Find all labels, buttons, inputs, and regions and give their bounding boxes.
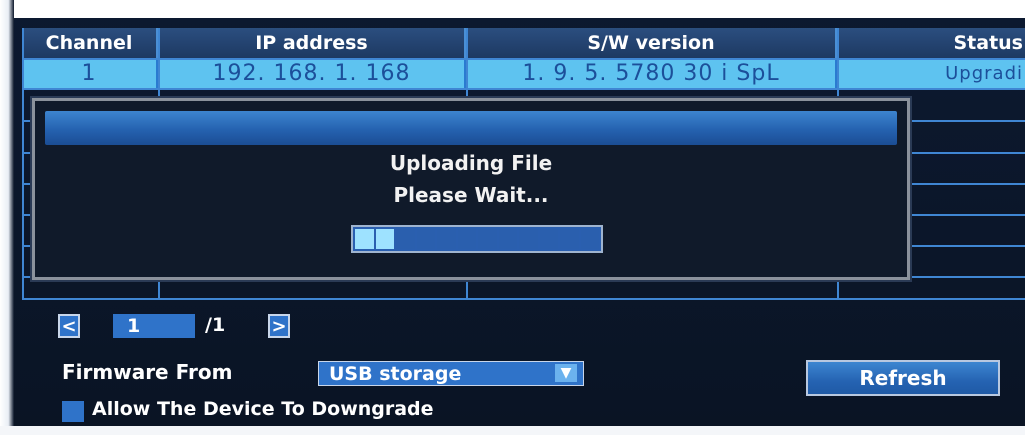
grid-line	[22, 28, 24, 300]
downgrade-checkbox[interactable]	[62, 401, 84, 422]
firmware-from-label: Firmware From	[62, 360, 233, 384]
prev-page-button[interactable]: <	[58, 314, 80, 338]
progress-segment	[375, 229, 394, 249]
upload-progress-bar	[351, 225, 603, 253]
dialog-message-wait: Please Wait...	[393, 183, 549, 207]
page-number-input[interactable]: 1	[113, 314, 195, 338]
progress-segment	[478, 229, 497, 249]
progress-segment	[355, 229, 374, 249]
dvr-screen: Channel IP address S/W version Status 1 …	[0, 0, 1025, 435]
grid-line	[22, 88, 1025, 90]
next-page-button[interactable]: >	[268, 314, 290, 338]
downgrade-label: Allow The Device To Downgrade	[92, 398, 434, 420]
progress-segment	[416, 229, 435, 249]
page-total: /1	[205, 314, 226, 336]
bezel-left	[0, 0, 14, 435]
progress-segment	[457, 229, 476, 249]
grid-line	[22, 58, 1025, 60]
progress-segment	[519, 229, 538, 249]
progress-segment	[580, 229, 599, 249]
dropdown-arrow-icon[interactable]: ▼	[555, 364, 577, 382]
firmware-source-select[interactable]: USB storage ▼	[318, 361, 584, 386]
progress-segment	[498, 229, 517, 249]
dialog-message-uploading: Uploading File	[389, 151, 553, 175]
chevron-right-icon: >	[271, 315, 287, 337]
row-channel[interactable]: 1	[22, 59, 158, 88]
row-status[interactable]: Upgradi	[838, 59, 1025, 88]
progress-segment	[560, 229, 579, 249]
progress-segment	[539, 229, 558, 249]
chevron-left-icon: <	[61, 315, 77, 337]
row-ip[interactable]: 192. 168. 1. 168	[159, 59, 466, 88]
bezel-top	[0, 0, 1025, 18]
upload-dialog: Uploading File Please Wait...	[32, 98, 910, 280]
header-status: Status	[838, 28, 1025, 58]
header-ip: IP address	[159, 28, 466, 58]
header-channel: Channel	[22, 28, 158, 58]
firmware-source-value: USB storage	[329, 362, 462, 385]
header-version: S/W version	[467, 28, 837, 58]
refresh-button[interactable]: Refresh	[806, 360, 1000, 396]
progress-segment	[396, 229, 415, 249]
progress-segment	[437, 229, 456, 249]
dialog-title-bar	[45, 111, 897, 145]
row-version[interactable]: 1. 9. 5. 5780 30 i SpL	[467, 59, 837, 88]
grid-line	[22, 298, 1025, 300]
bezel-bottom	[0, 426, 1025, 435]
